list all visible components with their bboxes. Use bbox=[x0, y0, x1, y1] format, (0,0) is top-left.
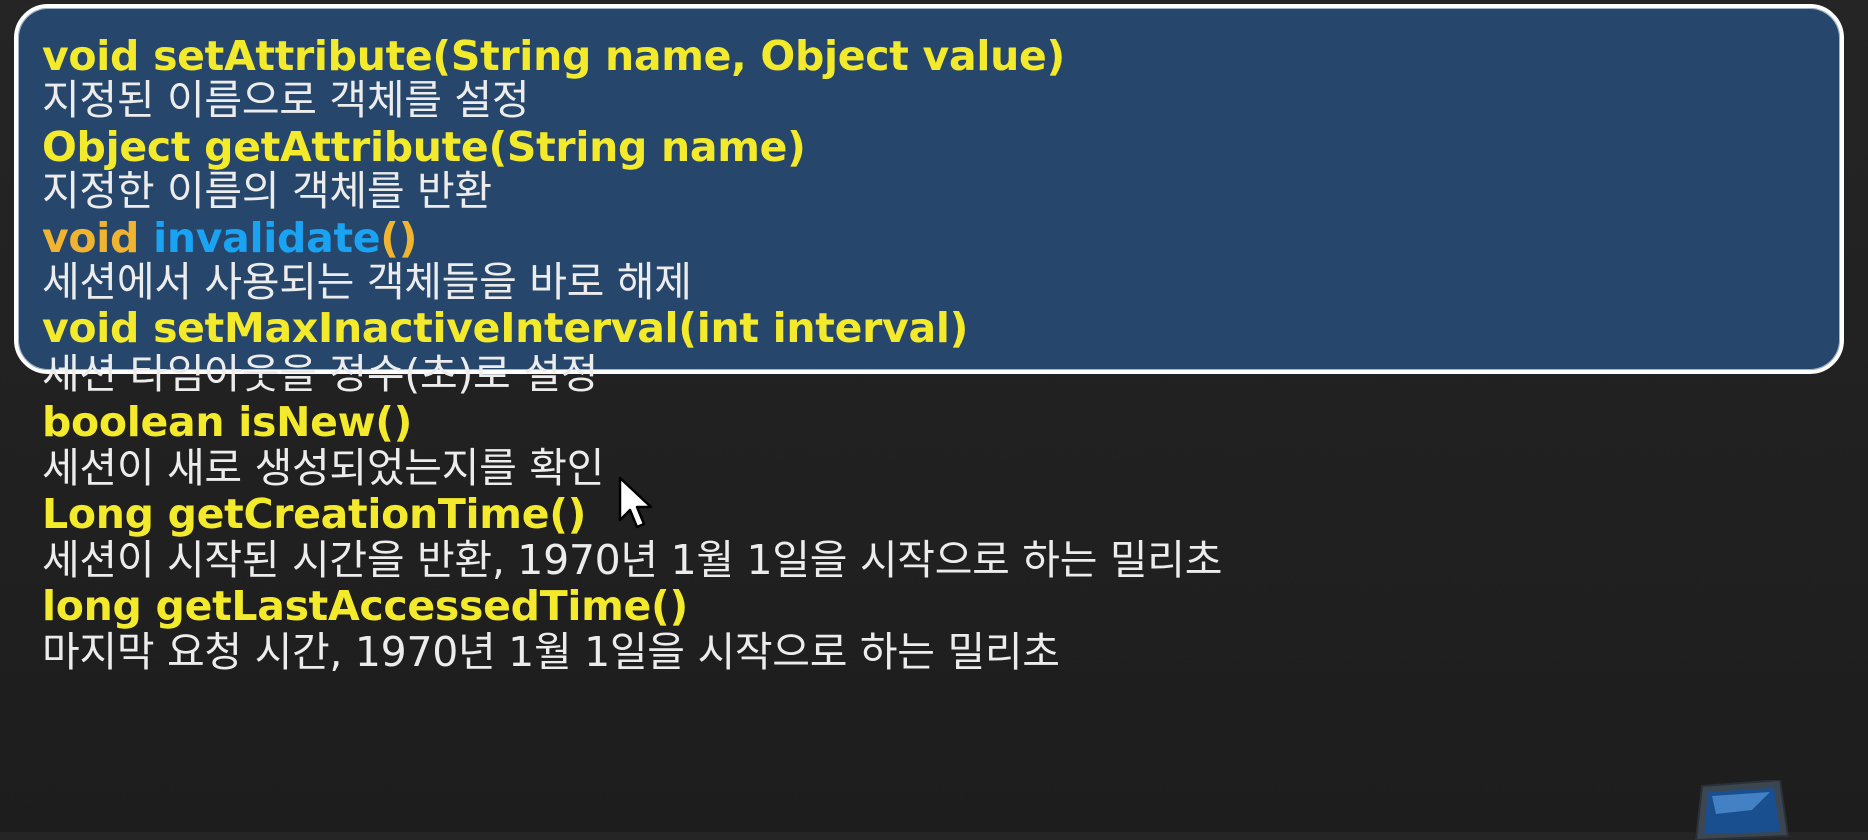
method-signature-invalidate: void invalidate() bbox=[42, 214, 417, 262]
method-description-isnew: 세션이 새로 생성되었는지를 확인 bbox=[42, 444, 605, 492]
mouse-cursor-icon bbox=[618, 476, 653, 529]
return-type-void: void bbox=[42, 214, 140, 262]
method-signature-setattribute: void setAttribute(String name, Object va… bbox=[42, 32, 1065, 80]
method-description-getattribute: 지정한 이름의 객체를 반환 bbox=[42, 167, 492, 215]
method-description-invalidate: 세션에서 사용되는 객체들을 바로 해제 bbox=[42, 258, 692, 306]
method-description-setattribute: 지정된 이름으로 객체를 설정 bbox=[42, 76, 530, 124]
presentation-slide-icon bbox=[1694, 780, 1790, 840]
method-signature-getlastaccessedtime: long getLastAccessedTime() bbox=[42, 582, 688, 630]
method-signature-getcreationtime: Long getCreationTime() bbox=[42, 490, 587, 538]
method-signature-isnew: boolean isNew() bbox=[42, 398, 413, 446]
method-signature-setmaxinactiveinterval: void setMaxInactiveInterval(int interval… bbox=[42, 304, 969, 352]
method-description-getlastaccessedtime: 마지막 요청 시간, 1970년 1월 1일을 시작으로 하는 밀리초 bbox=[42, 628, 1060, 676]
method-description-setmaxinactiveinterval: 세션 타임아웃을 정수(초)로 설정 bbox=[42, 350, 599, 398]
method-params: () bbox=[380, 214, 418, 262]
method-name-invalidate: invalidate bbox=[153, 214, 381, 262]
method-description-getcreationtime: 세션이 시작된 시간을 반환, 1970년 1월 1일을 시작으로 하는 밀리초 bbox=[42, 536, 1223, 584]
method-signature-getattribute: Object getAttribute(String name) bbox=[42, 123, 806, 171]
